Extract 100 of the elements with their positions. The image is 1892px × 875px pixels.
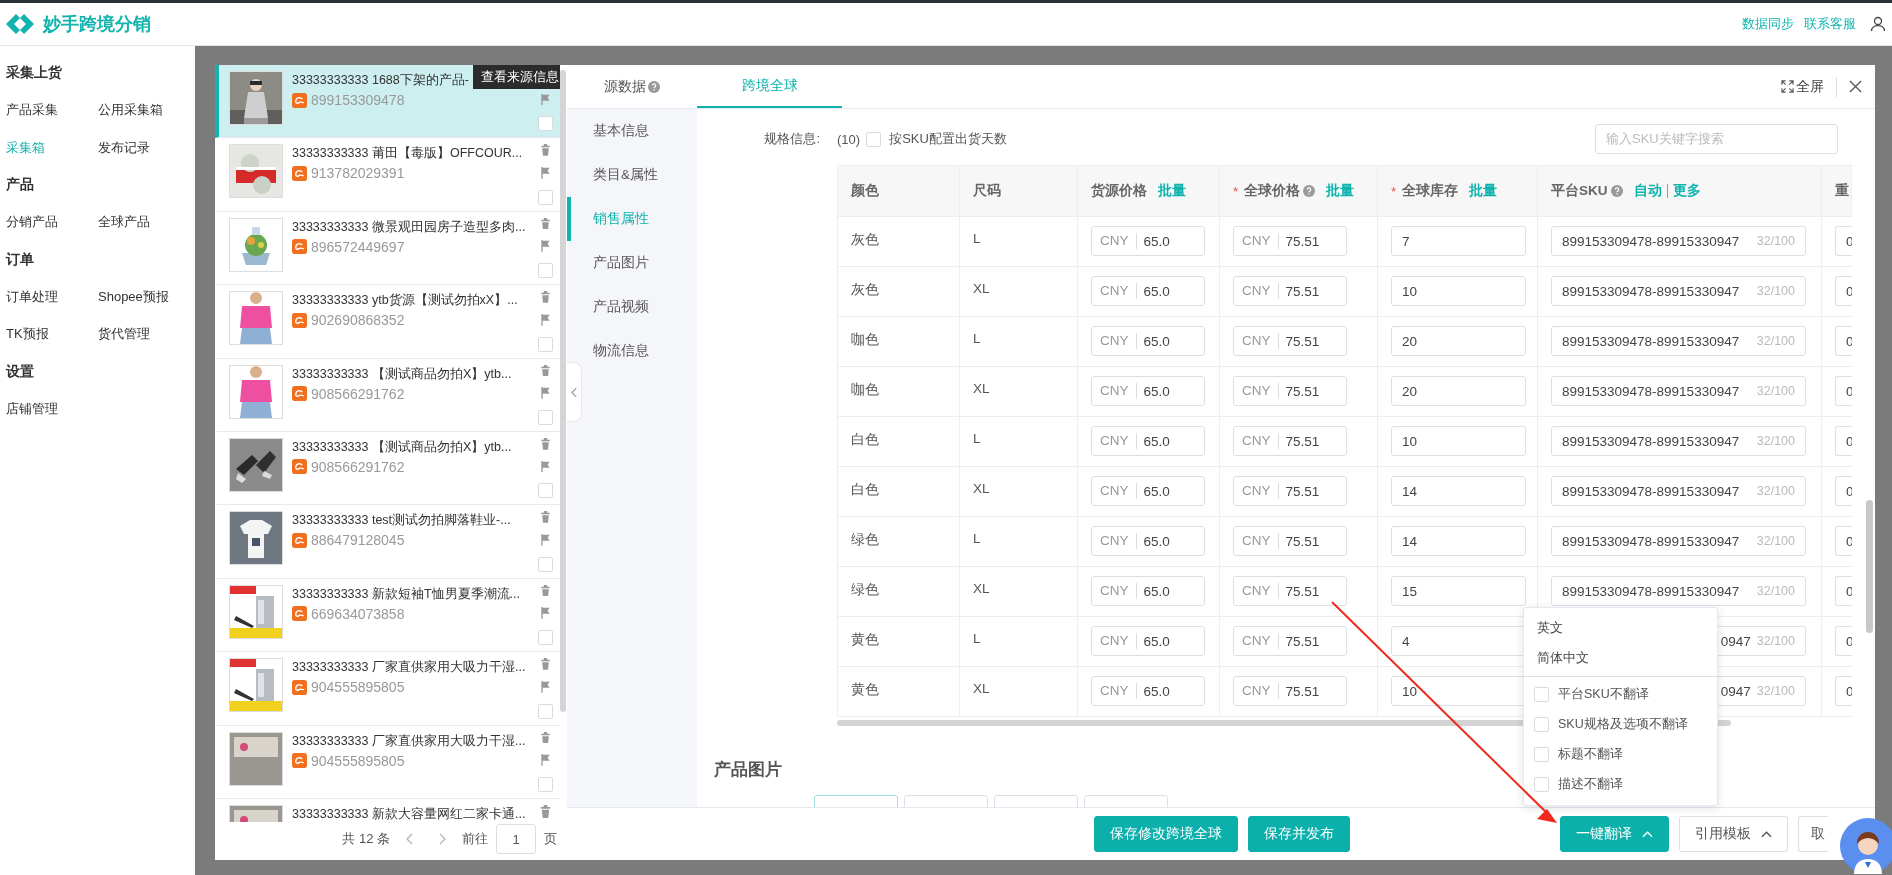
checkbox[interactable] [537, 336, 553, 352]
product-item[interactable]: 33333333333 【测试商品勿拍X】ytb... 908566291762 [215, 358, 560, 432]
side-nav-item[interactable]: 产品图片 [567, 241, 697, 285]
action-button[interactable]: 取 [1798, 816, 1828, 852]
fullscreen-button[interactable]: 全屏 [1781, 77, 1824, 96]
trash-icon[interactable] [539, 364, 551, 377]
input-field[interactable]: 899153309478-89915330947 32/100 [1551, 426, 1806, 456]
trash-icon[interactable] [539, 511, 551, 524]
page-field[interactable]: 1 [496, 824, 536, 854]
flag-icon[interactable] [539, 754, 551, 766]
nav-item[interactable]: 发布记录 [98, 128, 190, 166]
product-item[interactable]: 33333333333 1688下架的产品- 899153309478 查看来源信息 [215, 65, 560, 139]
price-field[interactable]: CNY 65.0 [1091, 426, 1205, 456]
price-field[interactable]: CNY 75.51 [1233, 376, 1347, 406]
price-field[interactable]: CNY 75.51 [1233, 676, 1347, 706]
input-field[interactable]: 899153309478-89915330947 32/100 [1551, 376, 1806, 406]
scrollbar[interactable] [1866, 500, 1873, 633]
price-field[interactable]: CNY 75.51 [1233, 576, 1347, 606]
input-field[interactable]: 899153309478-89915330947 32/100 [1551, 226, 1806, 256]
checkbox[interactable] [537, 409, 553, 425]
menu-item[interactable]: 英文 [1524, 613, 1717, 643]
stock-field[interactable]: 7 [1391, 226, 1526, 256]
product-item[interactable]: 33333333333 test测试勿拍脚落鞋业-... 886479128045 [215, 505, 560, 579]
product-item[interactable]: 33333333333 厂家直供家用大吸力干湿... 904555895805 [215, 652, 560, 726]
trash-icon[interactable] [539, 658, 551, 670]
checkbox[interactable] [537, 116, 553, 132]
support-avatar[interactable] [1840, 818, 1892, 874]
next-page-icon[interactable] [438, 833, 446, 845]
price-field[interactable]: CNY 75.51 [1233, 276, 1347, 306]
checkbox[interactable] [1534, 716, 1549, 732]
trash-icon[interactable] [539, 144, 551, 157]
input-field[interactable]: 899153309478-89915330947 32/100 [1551, 526, 1806, 556]
flag-icon[interactable] [539, 93, 551, 106]
nav-item[interactable]: 店铺管理 [6, 389, 98, 427]
stock-field[interactable]: 14 [1391, 476, 1526, 506]
product-item[interactable]: 33333333333 厂家直供家用大吸力干湿... 904555895805 [215, 725, 560, 799]
action-button[interactable]: 引用模板 [1679, 816, 1788, 852]
nav-item[interactable]: 订单处理 [6, 277, 98, 315]
trash-icon[interactable] [539, 804, 551, 818]
flag-icon[interactable] [539, 387, 551, 399]
side-nav-item[interactable]: 产品视频 [567, 285, 697, 329]
trash-icon[interactable] [539, 584, 551, 597]
checkbox[interactable] [537, 703, 553, 719]
price-field[interactable]: CNY 65.0 [1091, 376, 1205, 406]
stock-field[interactable]: 14 [1391, 526, 1526, 556]
flag-icon[interactable] [539, 680, 551, 693]
price-field[interactable]: CNY 65.0 [1091, 476, 1205, 506]
nav-item[interactable]: 货代管理 [98, 315, 190, 353]
flag-icon[interactable] [539, 167, 551, 179]
prev-page-icon[interactable] [406, 833, 414, 845]
menu-item[interactable]: 简体中文 [1524, 643, 1717, 673]
stock-field[interactable]: 10 [1391, 276, 1526, 306]
nav-item[interactable]: 分销产品 [6, 203, 98, 241]
flag-icon[interactable] [539, 607, 551, 620]
stock-field[interactable]: 20 [1391, 326, 1526, 356]
nav-item[interactable]: 产品采集 [6, 91, 98, 129]
trash-icon[interactable] [539, 731, 551, 744]
trash-icon[interactable] [539, 217, 551, 230]
input-field[interactable]: 899153309478-89915330947 32/100 [1551, 576, 1806, 606]
price-field[interactable]: CNY 65.0 [1091, 276, 1205, 306]
product-item[interactable]: 33333333333 莆田【毒版】OFFCOUR... 913782029391 [215, 138, 560, 212]
scrollbar[interactable] [560, 70, 566, 712]
price-field[interactable]: CNY 65.0 [1091, 676, 1205, 706]
trash-icon[interactable] [539, 291, 551, 303]
price-field[interactable]: CNY 65.0 [1091, 576, 1205, 606]
flag-icon[interactable] [539, 460, 551, 473]
side-nav-item[interactable]: 基本信息 [567, 109, 697, 153]
checkbox[interactable] [537, 776, 553, 792]
checkbox[interactable] [537, 630, 553, 646]
nav-item[interactable]: TK预报 [6, 315, 98, 353]
flag-icon[interactable] [539, 534, 551, 546]
input-field[interactable]: 899153309478-89915330947 32/100 [1551, 326, 1806, 356]
stock-field[interactable]: 20 [1391, 376, 1526, 406]
checkbox[interactable] [537, 189, 553, 205]
checkbox[interactable] [537, 483, 553, 499]
side-nav-item[interactable]: 类目&属性 [567, 153, 697, 197]
price-field[interactable]: CNY 75.51 [1233, 426, 1347, 456]
input-field[interactable]: 899153309478-89915330947 32/100 [1551, 476, 1806, 506]
price-field[interactable]: CNY 75.51 [1233, 476, 1347, 506]
collapse-handle[interactable] [567, 362, 582, 422]
tab[interactable]: 源数据 [567, 65, 697, 108]
nav-item[interactable]: 公用采集箱 [98, 91, 190, 129]
price-field[interactable]: CNY 75.51 [1233, 626, 1347, 656]
side-nav-item[interactable]: 物流信息 [567, 329, 697, 373]
checkbox[interactable] [1534, 686, 1549, 702]
price-field[interactable]: CNY 75.51 [1233, 326, 1347, 356]
nav-item[interactable]: 全球产品 [98, 203, 190, 241]
price-field[interactable]: CNY 65.0 [1091, 526, 1205, 556]
stock-field[interactable]: 15 [1391, 576, 1526, 606]
flag-icon[interactable] [539, 240, 551, 253]
price-field[interactable]: CNY 65.0 [1091, 326, 1205, 356]
product-item[interactable]: 33333333333 微景观田园房子造型多肉... 896572449697 [215, 211, 560, 286]
user-icon[interactable] [1870, 16, 1886, 32]
checkbox[interactable] [1534, 776, 1549, 792]
product-item[interactable]: 33333333333 新款大容量网红二家卡通... [215, 798, 560, 822]
nav-item[interactable]: Shopee预报 [98, 277, 190, 315]
price-field[interactable]: CNY 75.51 [1233, 226, 1347, 256]
stock-field[interactable]: 10 [1391, 426, 1526, 456]
checkbox[interactable] [1534, 746, 1549, 762]
price-field[interactable]: CNY 65.0 [1091, 226, 1205, 256]
